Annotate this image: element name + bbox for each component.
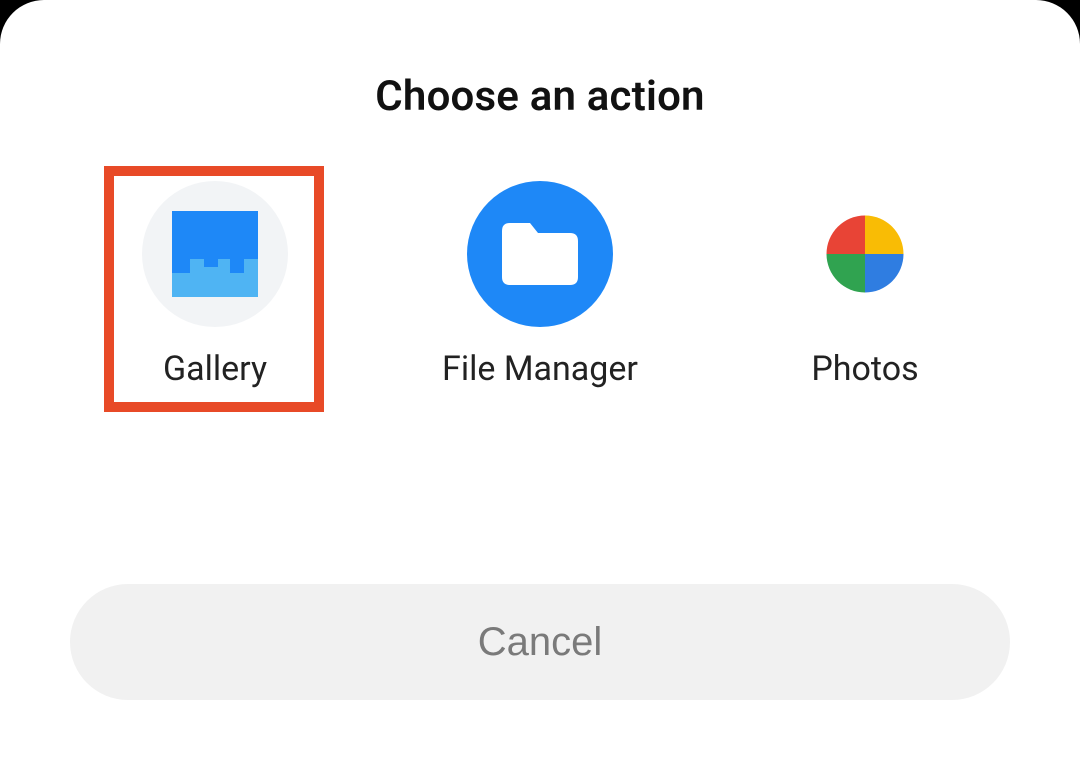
- gallery-icon: [142, 181, 288, 327]
- dialog-title: Choose an action: [0, 72, 1080, 121]
- options-row: Gallery File Manager Photos: [0, 181, 1080, 389]
- cancel-button[interactable]: Cancel: [70, 584, 1010, 700]
- option-label: Photos: [811, 349, 918, 389]
- google-photos-icon: [792, 181, 938, 327]
- option-label: File Manager: [442, 349, 638, 389]
- option-label: Gallery: [163, 349, 267, 389]
- option-file-manager[interactable]: File Manager: [415, 181, 665, 389]
- option-photos[interactable]: Photos: [740, 181, 990, 389]
- action-chooser-sheet: Choose an action Gallery Fi: [0, 0, 1080, 760]
- option-gallery[interactable]: Gallery: [90, 181, 340, 389]
- folder-icon: [467, 181, 613, 327]
